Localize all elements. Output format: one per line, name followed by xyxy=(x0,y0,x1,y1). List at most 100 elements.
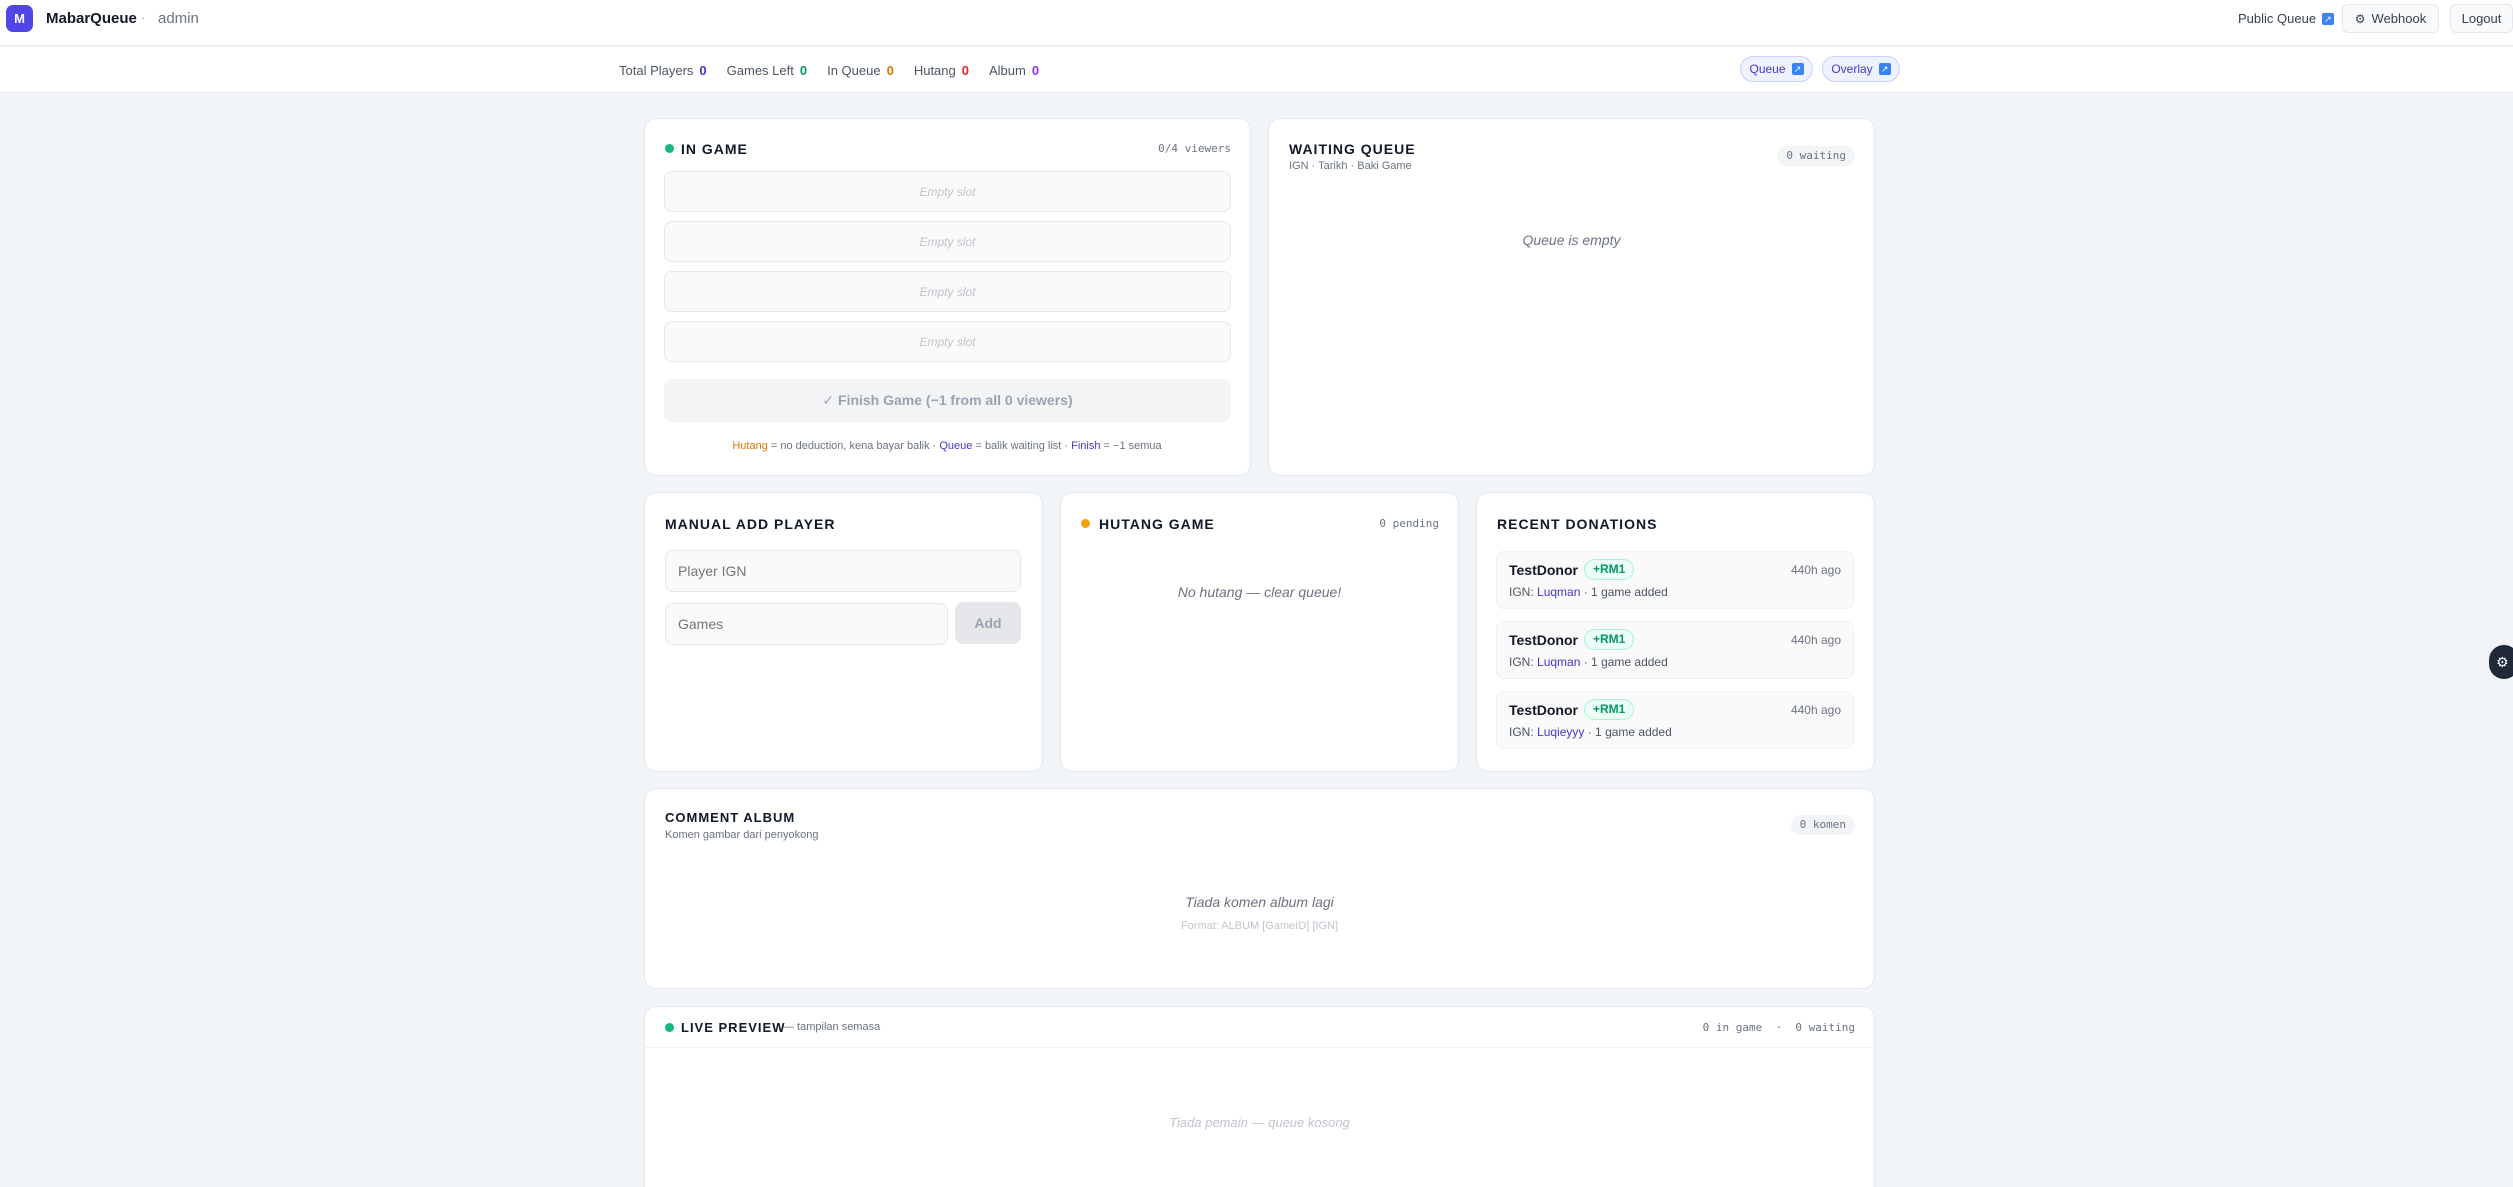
donation-item: TestDonor +RM1 440h ago IGN: Luqieyyy · … xyxy=(1496,691,1854,749)
player-slot: Empty slot xyxy=(664,271,1231,312)
gear-icon: ⚙ xyxy=(2354,11,2366,26)
player-slot: Empty slot xyxy=(664,221,1231,262)
logout-label: Logout xyxy=(2461,11,2502,26)
live-preview-title: LIVE PREVIEW xyxy=(681,1020,786,1035)
preview-status: 0 in game · 0 waiting xyxy=(1702,1021,1855,1034)
donation-item: TestDonor +RM1 440h ago IGN: Luqman · 1 … xyxy=(1496,551,1854,609)
ign-prefix: IGN: xyxy=(1509,585,1538,599)
ign-prefix: IGN: xyxy=(1509,655,1538,669)
hutang-empty-message: No hutang — clear queue! xyxy=(1177,584,1342,600)
donation-detail: IGN: Luqman · 1 game added xyxy=(1509,585,1668,599)
stat-item: Album 0 xyxy=(989,63,1039,78)
stats-bar: Total Players 0 Games Left 0 In Queue 0 Hutang… xyxy=(0,47,2513,93)
donation-games: · 1 game added xyxy=(1584,725,1672,739)
donor-name: TestDonor xyxy=(1509,562,1578,578)
waiting-queue-card: WAITING QUEUE IGN · Tarikh · Baki Game 0… xyxy=(1268,118,1875,476)
action-hint: Hutang = no deduction, kena bayar balik … xyxy=(645,440,1249,452)
album-format-hint: Format: ALBUM [GameID] [IGN] xyxy=(1180,920,1339,932)
in-game-title: IN GAME xyxy=(681,141,748,157)
live-status-dot xyxy=(665,144,674,153)
add-player-button[interactable]: Add xyxy=(955,602,1021,644)
comment-album-title: COMMENT ALBUM xyxy=(665,810,796,825)
app-title: MabarQueue xyxy=(46,10,137,27)
waiting-count-badge: 0 waiting xyxy=(1777,146,1855,166)
recent-donations-card: RECENT DONATIONS TestDonor +RM1 440h ago… xyxy=(1476,492,1875,772)
finish-game-button[interactable]: ✓ Finish Game (−1 from all 0 viewers) xyxy=(664,379,1231,422)
comment-count-badge: 0 komen xyxy=(1790,815,1855,835)
brand-separator: · xyxy=(141,10,146,25)
donor-name: TestDonor xyxy=(1509,702,1578,718)
hint-queue: Queue xyxy=(939,440,973,452)
recent-donations-title: RECENT DONATIONS xyxy=(1497,516,1658,532)
hint-finish: Finish xyxy=(1071,440,1101,452)
donation-games: · 1 game added xyxy=(1580,655,1668,669)
stat-value: 0 xyxy=(799,63,808,78)
donation-amount: +RM1 xyxy=(1584,629,1635,650)
donation-games: · 1 game added xyxy=(1580,585,1668,599)
stat-item: Total Players 0 xyxy=(619,63,707,78)
hint-finish-desc: = −1 semua xyxy=(1100,440,1162,452)
hutang-game-title: HUTANG GAME xyxy=(1099,516,1215,532)
donor-ign: Luqman xyxy=(1537,655,1581,669)
hint-hutang-desc: = no deduction, kena bayar balik · xyxy=(767,440,940,452)
donation-time: 440h ago xyxy=(1790,563,1841,577)
stat-value: 0 xyxy=(699,63,707,78)
public-queue-link[interactable]: Public Queue ↗ xyxy=(2238,11,2335,26)
queue-link[interactable]: Queue ↗ xyxy=(1740,56,1813,82)
overlay-link-label: Overlay xyxy=(1831,62,1873,76)
donor-ign: Luqman xyxy=(1537,585,1581,599)
donation-detail: IGN: Luqman · 1 game added xyxy=(1509,655,1668,669)
manual-add-title: MANUAL ADD PLAYER xyxy=(665,516,836,532)
side-panel-toggle[interactable]: ⚙ xyxy=(2489,645,2513,679)
top-bar: M MabarQueue · admin Public Queue ↗ ⚙ We… xyxy=(0,0,2513,46)
queue-empty-message: Queue is empty xyxy=(1522,232,1621,248)
webhook-button[interactable]: ⚙ Webhook xyxy=(2342,4,2439,33)
public-queue-label: Public Queue xyxy=(2238,11,2317,26)
comment-album-card: COMMENT ALBUM Komen gambar dari penyokon… xyxy=(644,788,1875,989)
stat-value: 0 xyxy=(886,63,894,78)
logout-button[interactable]: Logout xyxy=(2450,4,2513,33)
stat-item: Games Left 0 xyxy=(727,63,807,78)
in-game-card: IN GAME 0/4 viewers Empty slot Empty slo… xyxy=(644,118,1251,476)
stat-value: 0 xyxy=(1031,63,1040,78)
donor-ign: Luqieyyy xyxy=(1537,725,1585,739)
stat-label: Album xyxy=(988,63,1026,78)
player-slot: Empty slot xyxy=(664,171,1231,212)
hutang-status-dot xyxy=(1081,519,1090,528)
donation-time: 440h ago xyxy=(1790,633,1841,647)
preview-empty-message: Tiada pemain — queue kosong xyxy=(1169,1115,1350,1130)
player-ign-input[interactable] xyxy=(665,550,1021,592)
preview-live-dot xyxy=(665,1023,674,1032)
donation-amount: +RM1 xyxy=(1584,699,1635,720)
hutang-pending-count: 0 pending xyxy=(1379,517,1439,530)
stat-label: Games Left xyxy=(726,63,794,78)
external-link-icon: ↗ xyxy=(1878,63,1891,75)
album-empty-message: Tiada komen album lagi xyxy=(1185,894,1334,910)
donation-amount: +RM1 xyxy=(1584,559,1635,580)
donation-detail: IGN: Luqieyyy · 1 game added xyxy=(1509,725,1672,739)
stat-label: Total Players xyxy=(619,63,694,78)
toggle-icon: ⚙ xyxy=(2496,653,2509,670)
games-input[interactable] xyxy=(665,603,948,645)
hint-queue-desc: = balik waiting list · xyxy=(972,440,1072,452)
app-logo: M xyxy=(6,5,33,32)
live-preview-card: LIVE PREVIEW — tampilan semasa 0 in game… xyxy=(644,1006,1875,1187)
preview-divider xyxy=(645,1047,1874,1048)
manual-add-card: MANUAL ADD PLAYER Add xyxy=(644,492,1043,772)
donor-name: TestDonor xyxy=(1509,632,1578,648)
comment-album-subtitle: Komen gambar dari penyokong xyxy=(665,829,819,841)
queue-link-label: Queue xyxy=(1749,62,1786,76)
stat-value: 0 xyxy=(961,63,969,78)
user-role: admin xyxy=(158,10,199,27)
waiting-queue-title: WAITING QUEUE xyxy=(1289,141,1416,157)
stat-label: Hutang xyxy=(913,63,956,78)
live-preview-subtitle: — tampilan semasa xyxy=(783,1021,881,1033)
player-slot: Empty slot xyxy=(664,321,1231,362)
hutang-game-card: HUTANG GAME 0 pending No hutang — clear … xyxy=(1060,492,1459,772)
donation-time: 440h ago xyxy=(1790,703,1841,717)
ign-prefix: IGN: xyxy=(1509,725,1538,739)
external-link-icon: ↗ xyxy=(1791,63,1804,75)
overlay-link[interactable]: Overlay ↗ xyxy=(1822,56,1900,82)
stats-list: Total Players 0 Games Left 0 In Queue 0 Hutang… xyxy=(619,63,1039,78)
waiting-queue-subtitle: IGN · Tarikh · Baki Game xyxy=(1289,160,1412,172)
